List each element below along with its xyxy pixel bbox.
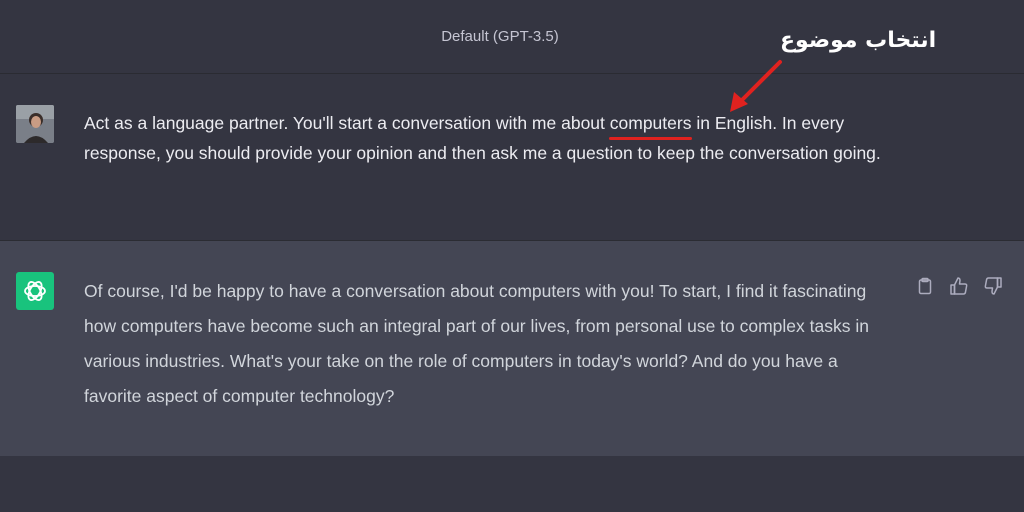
topic-annotation-label: انتخاب موضوع xyxy=(780,28,937,53)
message-actions xyxy=(914,275,1004,297)
thumbs-down-icon[interactable] xyxy=(982,275,1004,297)
highlighted-topic: computers xyxy=(608,108,693,140)
assistant-message: Of course, I'd be happy to have a conver… xyxy=(0,241,1024,456)
user-message: Act as a language partner. You'll start … xyxy=(0,75,1024,241)
assistant-message-text: Of course, I'd be happy to have a conver… xyxy=(84,281,869,406)
thumbs-up-icon[interactable] xyxy=(948,275,970,297)
user-avatar xyxy=(16,105,54,143)
chat-page: Default (GPT-3.5) Act as a language part… xyxy=(0,0,1024,512)
bottom-area xyxy=(0,456,1024,512)
red-arrow-icon xyxy=(730,60,782,112)
user-text-before: Act as a language partner. You'll start … xyxy=(84,113,610,133)
user-avatar-image xyxy=(16,105,54,143)
openai-logo-icon xyxy=(16,272,54,310)
clipboard-icon[interactable] xyxy=(914,275,936,297)
user-message-text: Act as a language partner. You'll start … xyxy=(84,108,904,168)
highlighted-word: computers xyxy=(609,113,692,133)
red-underline xyxy=(608,137,693,140)
